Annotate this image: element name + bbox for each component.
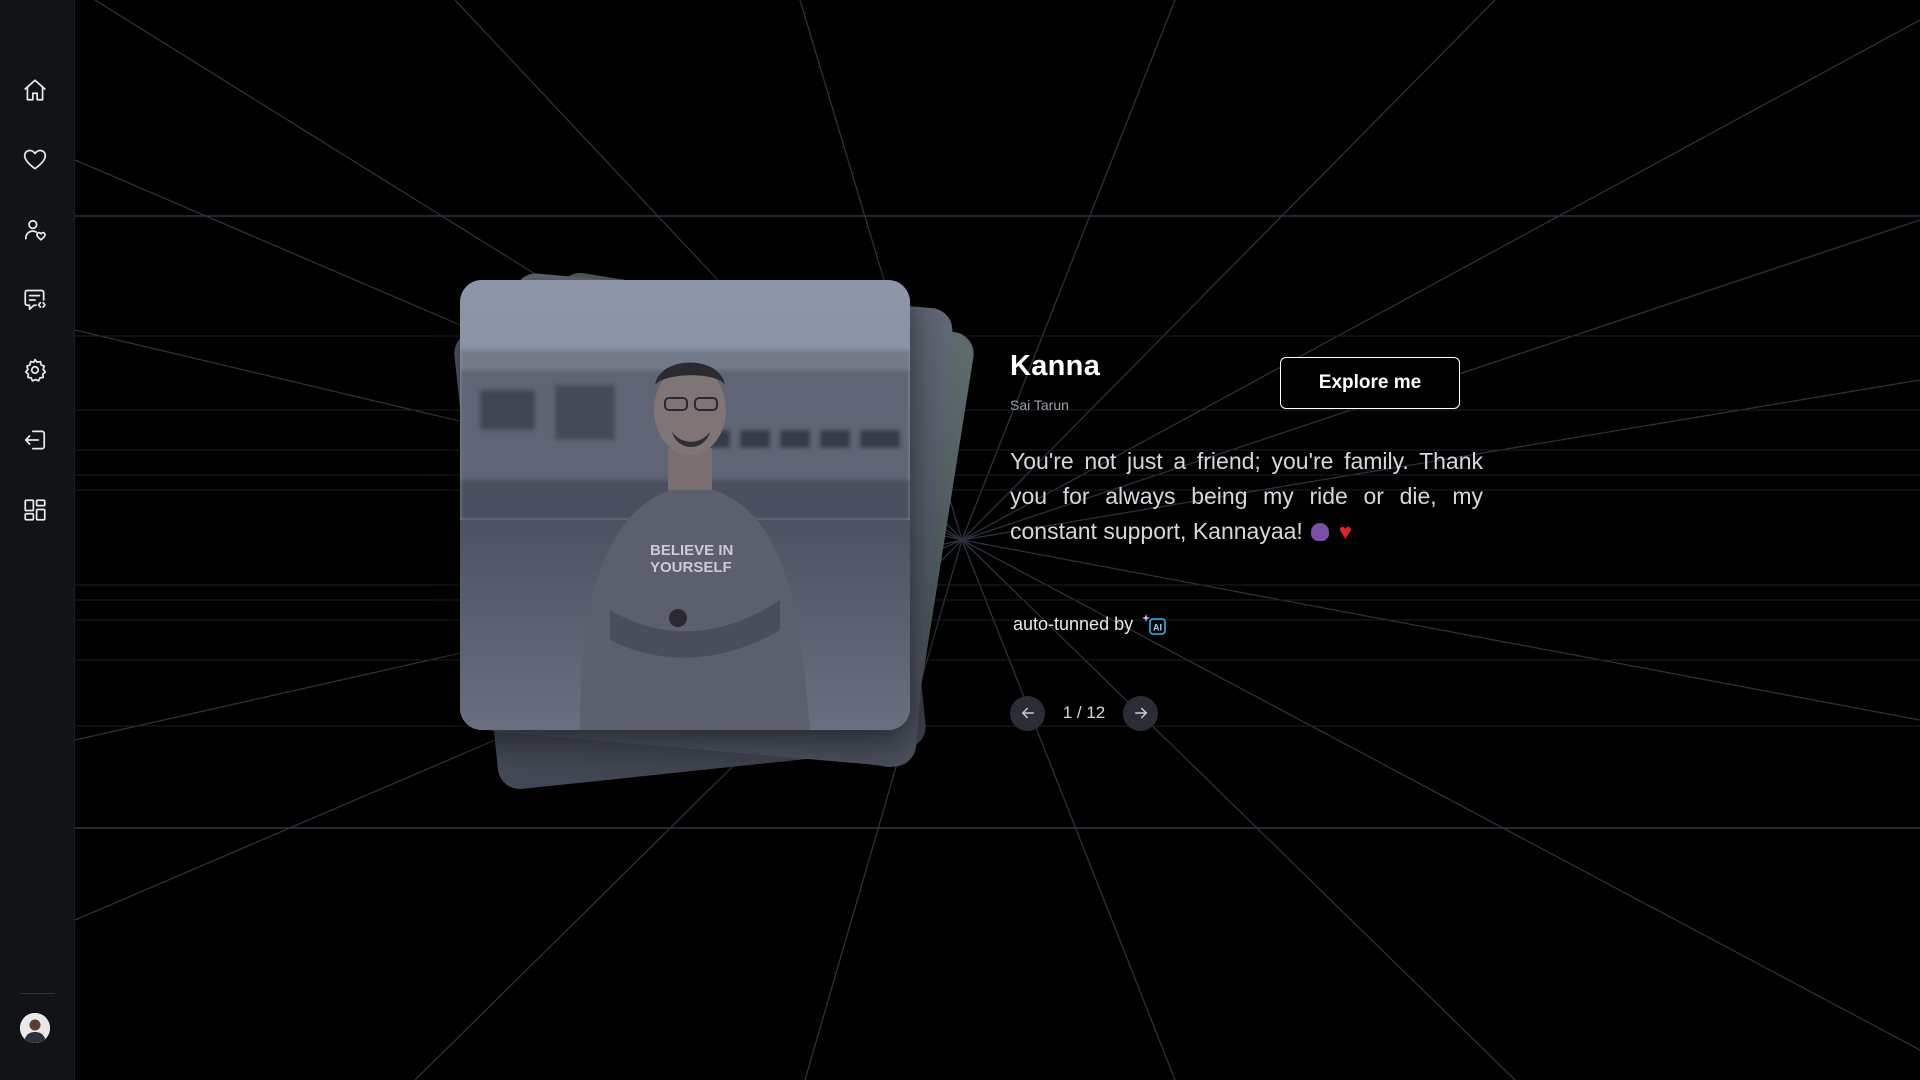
sidebar-item-home[interactable] [17, 72, 53, 108]
profile-message: You're not just a friend; you're family.… [1010, 444, 1483, 549]
sidebar-item-logout[interactable] [17, 422, 53, 458]
red-heart-icon: ♥ [1338, 519, 1352, 544]
pager: 1 / 12 [1010, 695, 1158, 731]
arrow-right-icon [1134, 707, 1147, 719]
arrow-left-icon [1021, 707, 1034, 719]
user-heart-icon [24, 219, 46, 241]
explore-me-button[interactable]: Explore me [1280, 357, 1460, 409]
sidebar-divider [20, 993, 55, 994]
user-avatar-icon[interactable] [20, 1013, 50, 1043]
ai-badge-text: AI [1153, 623, 1162, 633]
autotune-label: auto-tunned by [1013, 613, 1134, 634]
svg-text:BELIEVE IN: BELIEVE IN [650, 542, 733, 559]
perspective-grid-background [75, 0, 1920, 1080]
sidebar-item-settings[interactable] [17, 352, 53, 388]
photo-card-main[interactable]: BELIEVE IN YOURSELF [460, 280, 910, 730]
profile-name: Kanna [1010, 350, 1101, 382]
sidebar-item-messages[interactable] [17, 282, 53, 318]
home-icon [24, 79, 46, 101]
profile-message-text: You're not just a friend; you're family.… [1010, 448, 1483, 544]
sidebar-item-favorites[interactable] [17, 142, 53, 178]
gear-icon [24, 358, 47, 382]
previous-button[interactable] [1010, 695, 1045, 731]
svg-text:YOURSELF: YOURSELF [650, 559, 732, 576]
sidebar-item-dashboard[interactable] [17, 492, 53, 528]
chat-code-icon [24, 289, 46, 311]
ai-sparkle-icon: AI [1142, 614, 1166, 635]
photo-card-stack[interactable]: BELIEVE IN YOURSELF [415, 269, 977, 792]
page-indicator: 1 / 12 [1062, 703, 1106, 722]
autotune-credit: auto-tunned by AI [1013, 612, 1167, 636]
sidebar [0, 0, 75, 1080]
people-hug-icon [1310, 523, 1329, 541]
heart-icon [23, 149, 47, 170]
sidebar-item-friends[interactable] [17, 212, 53, 248]
profile-subname: Sai Tarun [1010, 397, 1069, 413]
profile-photo: BELIEVE IN YOURSELF [460, 280, 910, 730]
grid-icon [24, 499, 46, 521]
logout-icon [24, 430, 46, 450]
next-button[interactable] [1123, 695, 1158, 731]
